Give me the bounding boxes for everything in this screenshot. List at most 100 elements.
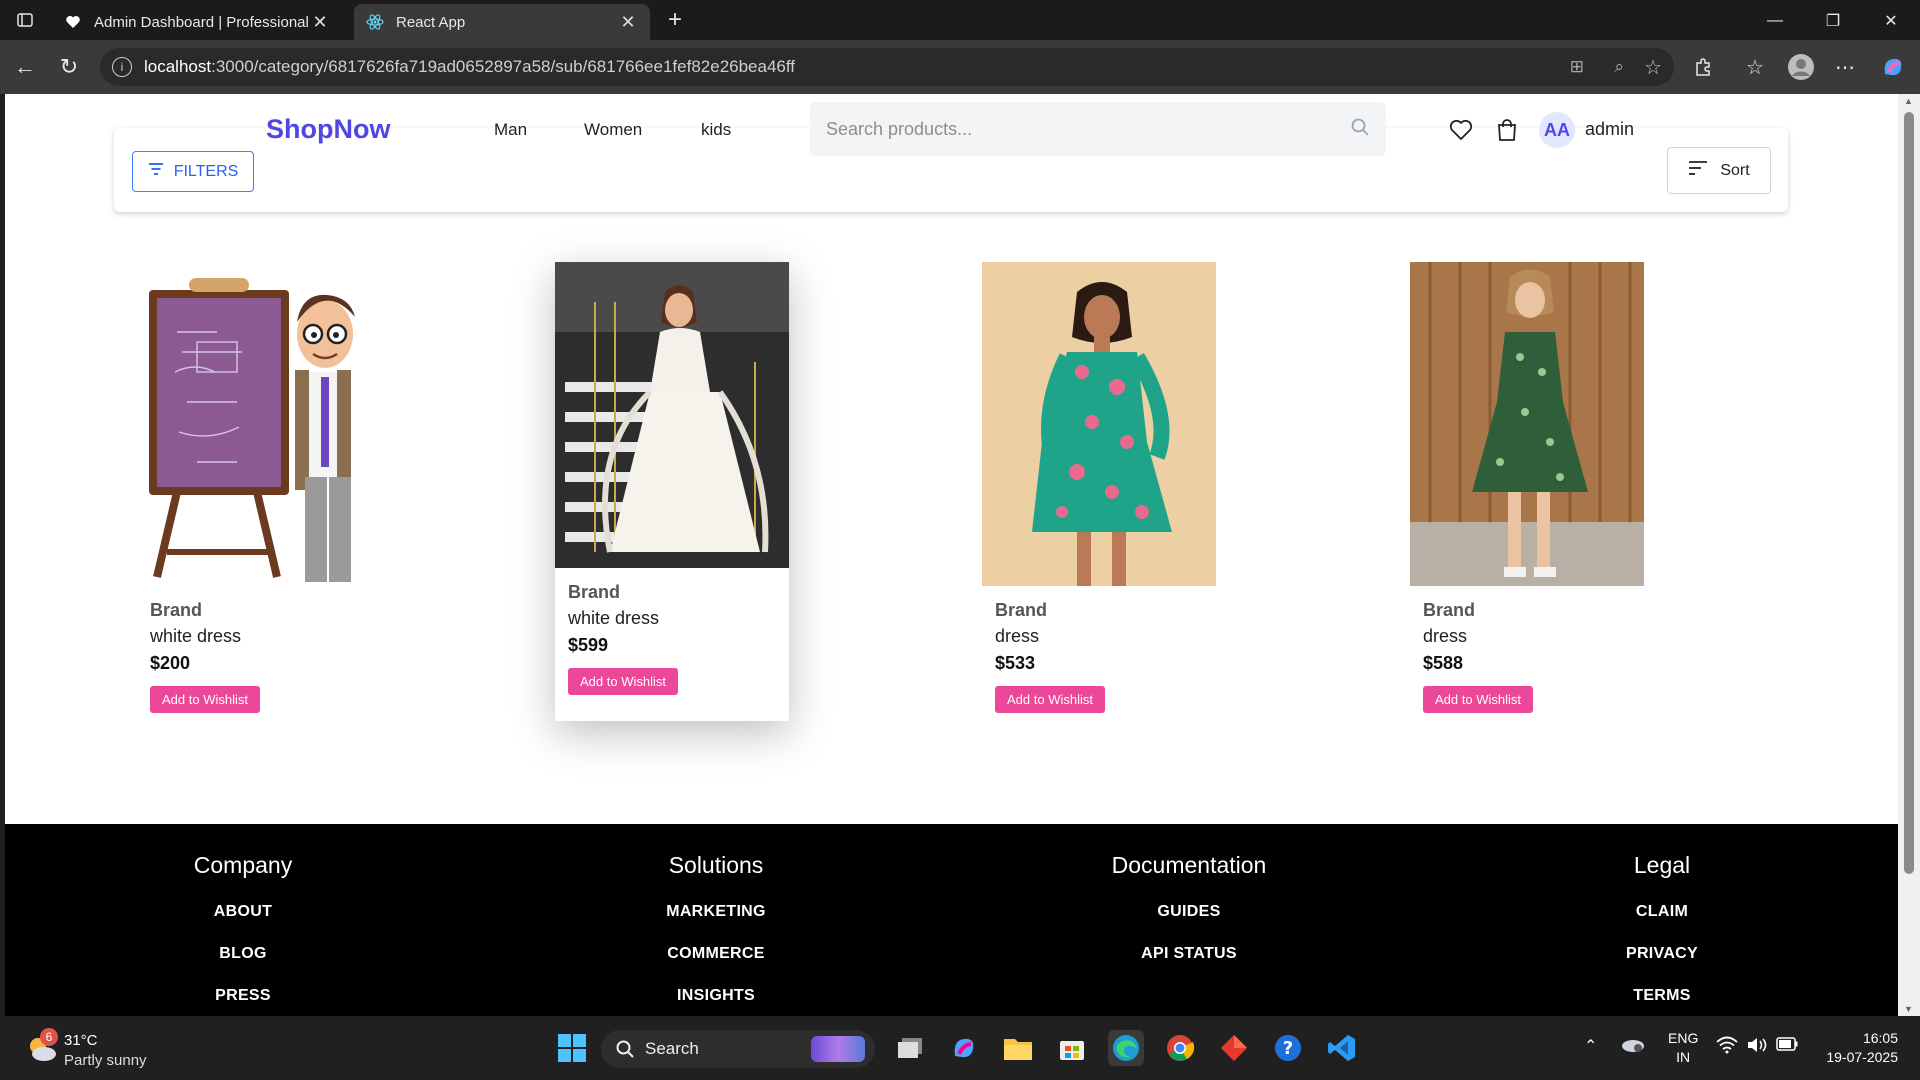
close-tab-icon[interactable]: ✕ xyxy=(310,12,330,33)
product-image-floral-dress[interactable] xyxy=(982,262,1216,586)
app-icon[interactable]: ⊞ xyxy=(1570,57,1584,77)
scroll-up-icon[interactable]: ▲ xyxy=(1904,96,1913,106)
product-brand: Brand xyxy=(1423,600,1476,620)
product-card[interactable]: Brand white dress $599 Add to Wishlist xyxy=(555,262,789,721)
footer-link-press[interactable]: PRESS xyxy=(93,987,393,1005)
brand-logo[interactable]: ShopNow xyxy=(266,114,390,145)
filters-button[interactable]: FILTERS xyxy=(132,151,254,192)
product-image-cartoon-teacher[interactable] xyxy=(137,262,371,586)
back-icon[interactable]: ← xyxy=(10,52,40,82)
copilot-app-icon[interactable] xyxy=(946,1030,982,1066)
volume-icon[interactable] xyxy=(1746,1036,1768,1059)
page-scrollbar[interactable]: ▲ ▼ xyxy=(1898,94,1920,1016)
profile-icon[interactable] xyxy=(1786,52,1816,82)
product-image-white-dress[interactable] xyxy=(555,262,789,568)
username[interactable]: admin xyxy=(1585,119,1634,140)
url-path: :3000/category/6817626fa719ad0652897a58/… xyxy=(211,57,796,76)
browser-tab-bar: Admin Dashboard | Professional N ✕ React… xyxy=(0,0,1920,40)
avatar[interactable]: AA xyxy=(1539,112,1575,148)
refresh-icon[interactable]: ↻ xyxy=(54,52,84,82)
task-view-icon[interactable] xyxy=(892,1030,928,1066)
footer-link-guides[interactable]: GUIDES xyxy=(1039,903,1339,921)
footer-link-commerce[interactable]: COMMERCE xyxy=(566,945,866,963)
product-image-green-dress[interactable] xyxy=(1410,262,1644,586)
footer-heading: Company xyxy=(193,852,293,878)
add-to-wishlist-button[interactable]: Add to Wishlist xyxy=(1423,686,1533,713)
chrome-icon[interactable] xyxy=(1162,1030,1198,1066)
footer-link-about[interactable]: ABOUT xyxy=(93,903,393,921)
product-name: dress xyxy=(995,626,1040,646)
more-icon[interactable]: ⋯ xyxy=(1830,52,1860,82)
git-diamond-icon[interactable] xyxy=(1216,1030,1252,1066)
scrollbar-thumb[interactable] xyxy=(1904,112,1914,874)
sort-button[interactable]: Sort xyxy=(1667,147,1771,194)
url-host: localhost xyxy=(144,57,212,76)
footer-column-company: Company ABOUT BLOG PRESS xyxy=(93,824,393,1005)
footer-heading: Documentation xyxy=(1111,852,1267,878)
help-icon[interactable]: ? xyxy=(1270,1030,1306,1066)
show-hidden-icons[interactable]: ⌃ xyxy=(1584,1036,1597,1056)
nav-link-man[interactable]: Man xyxy=(494,120,527,140)
battery-icon[interactable] xyxy=(1776,1037,1798,1056)
search-input[interactable] xyxy=(826,118,1350,140)
cart-bag-icon[interactable] xyxy=(1493,116,1521,144)
favorite-star-icon[interactable]: ☆ xyxy=(1644,55,1662,80)
onedrive-cloud-icon[interactable] xyxy=(1620,1034,1646,1059)
address-bar[interactable]: i localhost:3000/category/6817626fa719ad… xyxy=(100,48,1674,86)
footer-link-blog[interactable]: BLOG xyxy=(93,945,393,963)
tab-title: React App xyxy=(396,13,466,31)
site-info-icon[interactable]: i xyxy=(112,57,132,77)
tab-actions-icon[interactable] xyxy=(10,5,40,35)
footer-link-claim[interactable]: CLAIM xyxy=(1512,903,1812,921)
new-tab-icon[interactable]: + xyxy=(660,5,690,35)
taskbar-search[interactable]: Search xyxy=(601,1030,875,1068)
clock[interactable]: 16:05 19-07-2025 xyxy=(1810,1030,1898,1065)
nav-link-women[interactable]: Women xyxy=(584,120,642,140)
add-to-wishlist-button[interactable]: Add to Wishlist xyxy=(995,686,1105,713)
vscode-icon[interactable] xyxy=(1324,1030,1360,1066)
wishlist-heart-icon[interactable] xyxy=(1447,116,1475,144)
language-indicator[interactable]: ENG IN xyxy=(1668,1030,1698,1065)
temperature: 31°C xyxy=(64,1032,98,1049)
product-brand: Brand xyxy=(995,600,1048,620)
footer-link-insights[interactable]: INSIGHTS xyxy=(566,987,866,1005)
close-window-icon[interactable]: ✕ xyxy=(1868,6,1914,36)
nav-link-kids[interactable]: kids xyxy=(701,120,731,140)
copilot-icon[interactable] xyxy=(1878,52,1908,82)
footer-link-terms[interactable]: TERMS xyxy=(1512,987,1812,1005)
tab-react-app[interactable]: React App ✕ xyxy=(354,4,650,40)
microsoft-store-icon[interactable] xyxy=(1054,1030,1090,1066)
search-highlight-icon xyxy=(811,1036,865,1062)
footer-link-marketing[interactable]: MARKETING xyxy=(566,903,866,921)
footer-link-privacy[interactable]: PRIVACY xyxy=(1512,945,1812,963)
search-icon[interactable] xyxy=(1350,117,1370,142)
language: ENG xyxy=(1668,1030,1699,1046)
windows-start-icon[interactable] xyxy=(554,1030,590,1066)
taskbar-search-label: Search xyxy=(645,1039,699,1058)
product-brand: Brand xyxy=(150,600,203,620)
scroll-down-icon[interactable]: ▼ xyxy=(1904,1004,1913,1014)
add-to-wishlist-button[interactable]: Add to Wishlist xyxy=(150,686,260,713)
close-tab-icon[interactable]: ✕ xyxy=(618,12,638,33)
product-card[interactable]: Brand dress $588 Add to Wishlist xyxy=(1410,262,1644,739)
product-card[interactable]: Brand dress $533 Add to Wishlist xyxy=(982,262,1216,739)
sort-label: Sort xyxy=(1720,161,1750,179)
extensions-icon[interactable] xyxy=(1688,52,1718,82)
add-to-wishlist-button[interactable]: Add to Wishlist xyxy=(568,668,678,695)
zoom-icon[interactable]: ⌕ xyxy=(1614,57,1624,77)
windows-taskbar: 6 31°C Partly sunny Search ? ⌃ ENG IN 16… xyxy=(0,1016,1920,1080)
minimize-icon[interactable]: — xyxy=(1752,6,1798,36)
footer-link-api-status[interactable]: API STATUS xyxy=(1039,945,1339,963)
product-info: Brand dress $533 Add to Wishlist xyxy=(982,586,1216,739)
tab-admin-dashboard[interactable]: Admin Dashboard | Professional N ✕ xyxy=(52,4,342,40)
wifi-icon[interactable] xyxy=(1716,1036,1738,1059)
search-box xyxy=(810,102,1386,156)
product-card[interactable]: Brand white dress $200 Add to Wishlist xyxy=(137,262,371,739)
restore-icon[interactable]: ❐ xyxy=(1810,6,1856,36)
product-name: white dress xyxy=(568,608,660,628)
region: IN xyxy=(1676,1049,1691,1065)
edge-browser-icon[interactable] xyxy=(1108,1030,1144,1066)
product-price: $599 xyxy=(568,635,609,655)
file-explorer-icon[interactable] xyxy=(1000,1030,1036,1066)
favorites-icon[interactable]: ☆ xyxy=(1740,52,1770,82)
